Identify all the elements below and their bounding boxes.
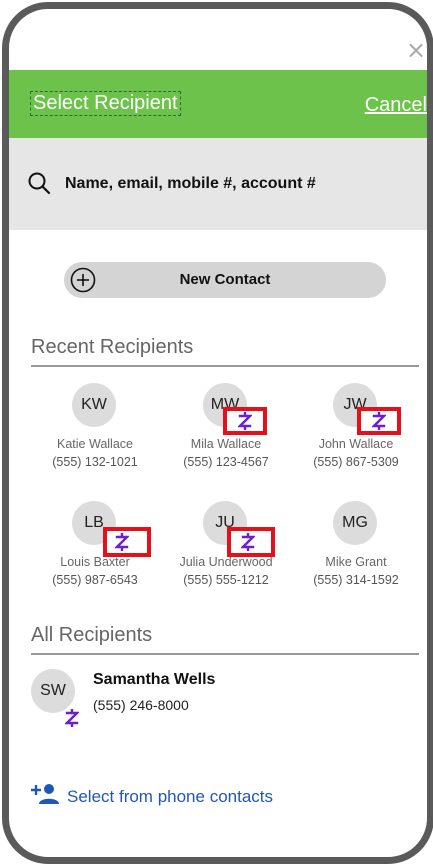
phone-frame: × Select Recipient Cancel Name, email, m… xyxy=(2,2,433,864)
recipient-name: Julia Underwood xyxy=(179,555,273,569)
recipient-phone: (555) 132-1021 xyxy=(52,455,138,469)
recipient-phone: (555) 314-1592 xyxy=(313,573,399,587)
recipient-name: Samantha Wells xyxy=(93,671,216,688)
select-phone-contacts-label: Select from phone contacts xyxy=(67,787,274,806)
recipient-phone: (555) 867-5309 xyxy=(313,455,399,469)
avatar: KW xyxy=(72,383,116,427)
divider xyxy=(31,653,419,655)
avatar: SW xyxy=(31,669,75,713)
search-input[interactable]: Name, email, mobile #, account # xyxy=(65,175,316,193)
cancel-button[interactable]: Cancel xyxy=(365,94,427,117)
recipient-name: Louis Baxter xyxy=(60,555,130,569)
zelle-highlight-box xyxy=(357,407,401,435)
zelle-icon xyxy=(115,533,129,551)
all-recipients-heading: All Recipients xyxy=(31,624,153,646)
close-icon[interactable]: × xyxy=(405,38,427,62)
zelle-icon xyxy=(372,412,386,430)
recipient-phone: (555) 123-4567 xyxy=(183,455,269,469)
recipient-phone: (555) 555-1212 xyxy=(183,573,269,587)
recipient-name: John Wallace xyxy=(318,437,394,451)
avatar: MG xyxy=(333,501,377,545)
zelle-highlight-box xyxy=(223,407,267,435)
search-bar[interactable]: Name, email, mobile #, account # xyxy=(9,138,427,230)
recipient-name: Katie Wallace xyxy=(57,437,133,451)
zelle-highlight-box xyxy=(227,527,275,557)
add-person-icon xyxy=(31,784,59,804)
recent-recipients-heading: Recent Recipients xyxy=(31,336,194,358)
zelle-icon xyxy=(238,412,252,430)
search-icon xyxy=(28,172,51,195)
divider xyxy=(31,365,419,367)
zelle-highlight-box xyxy=(103,527,151,557)
new-contact-button[interactable]: New Contact xyxy=(64,262,386,298)
new-contact-label: New Contact xyxy=(179,271,271,288)
recipient-list-item[interactable]: SW Samantha Wells (555) 246-8000 xyxy=(31,669,421,729)
recipient-name: Mila Wallace xyxy=(190,437,262,451)
recipient-name: Mike Grant xyxy=(325,555,387,569)
zelle-icon xyxy=(65,709,79,727)
page-title: Select Recipient xyxy=(30,91,181,116)
recipient-phone: (555) 246-8000 xyxy=(93,697,189,713)
zelle-icon xyxy=(241,533,255,551)
app-header: Select Recipient Cancel xyxy=(9,70,427,138)
recipient-phone: (555) 987-6543 xyxy=(52,573,138,587)
